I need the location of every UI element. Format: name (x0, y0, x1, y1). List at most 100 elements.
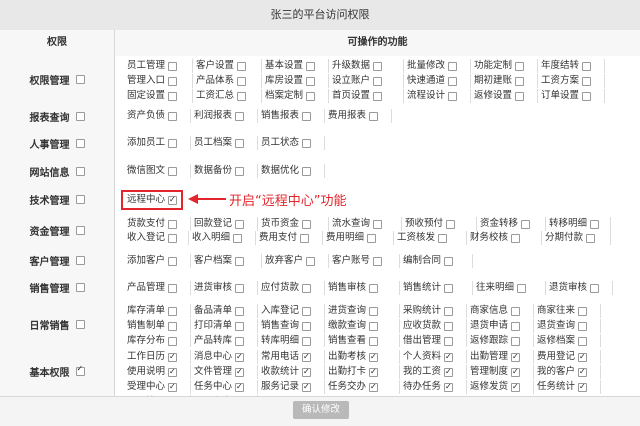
function-checkbox[interactable] (521, 219, 531, 229)
function-checkbox[interactable] (300, 233, 310, 243)
function-item[interactable]: 批量修改 (407, 59, 471, 73)
function-item[interactable]: 转移明细 (549, 217, 611, 231)
function-checkbox[interactable] (235, 256, 245, 266)
function-checkbox[interactable] (511, 306, 521, 316)
function-checkbox[interactable] (235, 138, 245, 148)
function-item[interactable]: 出勤打卡 (328, 365, 400, 379)
function-item[interactable]: 销售查询 (261, 319, 325, 333)
function-item[interactable]: 数据备份 (194, 164, 258, 178)
function-item[interactable]: 我的客户 (537, 365, 601, 379)
function-checkbox[interactable] (578, 380, 588, 394)
function-item[interactable]: 使用说明 (127, 365, 191, 379)
function-item[interactable]: 快速通道 (407, 74, 471, 88)
function-item[interactable]: 进货查询 (328, 304, 400, 318)
function-item[interactable]: 退货审核 (549, 281, 613, 295)
category-checkbox[interactable] (75, 195, 85, 204)
function-item[interactable]: 分期付款 (545, 231, 611, 245)
function-item[interactable]: 销售报表 (261, 109, 325, 123)
function-item[interactable]: 应付货款 (261, 281, 325, 295)
function-item[interactable]: 微信图文 (127, 164, 191, 178)
function-item[interactable]: 入库登记 (261, 304, 325, 318)
function-item[interactable]: 期初建账 (474, 74, 538, 88)
function-checkbox[interactable] (168, 321, 178, 331)
category-checkbox[interactable] (75, 75, 85, 84)
function-checkbox[interactable] (168, 336, 178, 346)
function-item[interactable]: 添加客户 (127, 254, 191, 268)
function-checkbox[interactable] (237, 61, 247, 71)
function-item[interactable]: 客户设置 (196, 59, 262, 73)
function-item[interactable]: 工作日历 (127, 350, 191, 364)
function-checkbox[interactable] (168, 350, 178, 364)
function-checkbox[interactable] (369, 111, 379, 121)
function-checkbox[interactable] (448, 61, 458, 71)
function-item[interactable]: 销售制单 (127, 319, 191, 333)
function-item[interactable]: 预收预付 (405, 217, 477, 231)
function-checkbox[interactable] (306, 256, 316, 266)
function-checkbox[interactable] (444, 380, 454, 394)
function-item[interactable]: 员工档案 (194, 136, 258, 150)
function-item[interactable]: 产品管理 (127, 281, 191, 295)
function-item[interactable]: 档案定制 (265, 89, 329, 103)
function-item[interactable]: 费用支付 (259, 231, 323, 245)
function-checkbox[interactable] (302, 365, 312, 379)
function-item[interactable]: 工资核发 (397, 231, 467, 245)
function-checkbox[interactable] (235, 166, 245, 176)
function-item[interactable]: 货款支付 (127, 217, 191, 231)
function-item[interactable]: 文件管理 (194, 365, 258, 379)
function-checkbox[interactable] (515, 76, 525, 86)
function-item[interactable]: 待办任务 (403, 380, 467, 394)
function-checkbox[interactable] (302, 380, 312, 394)
function-checkbox[interactable] (302, 336, 312, 346)
function-item[interactable]: 员工状态 (261, 136, 325, 150)
function-item[interactable]: 添加员工 (127, 136, 191, 150)
function-checkbox[interactable] (306, 61, 316, 71)
function-item[interactable]: 服务记录 (261, 380, 325, 394)
function-item[interactable]: 采购统计 (403, 304, 467, 318)
function-item[interactable]: 商家信息 (470, 304, 534, 318)
function-checkbox[interactable] (444, 321, 454, 331)
function-item[interactable]: 基本设置 (265, 59, 329, 73)
function-item[interactable]: 资金转移 (480, 217, 546, 231)
function-checkbox[interactable] (168, 283, 178, 293)
function-checkbox[interactable] (444, 283, 454, 293)
function-checkbox[interactable] (515, 61, 525, 71)
category-checkbox[interactable] (75, 111, 85, 121)
function-checkbox[interactable] (369, 350, 379, 364)
function-checkbox[interactable] (302, 283, 312, 293)
function-checkbox[interactable] (306, 76, 316, 86)
function-item[interactable]: 客户档案 (194, 254, 262, 268)
function-checkbox[interactable] (578, 321, 588, 331)
function-item[interactable]: 返修发货 (470, 380, 534, 394)
function-item[interactable]: 财务校核 (470, 231, 542, 245)
function-item[interactable]: 出勤考核 (328, 350, 400, 364)
function-checkbox[interactable] (302, 306, 312, 316)
function-item[interactable]: 缴款查询 (328, 319, 400, 333)
function-checkbox[interactable] (168, 91, 178, 101)
function-checkbox[interactable] (168, 111, 178, 121)
function-checkbox[interactable] (448, 76, 458, 86)
function-checkbox[interactable] (168, 306, 178, 316)
function-checkbox[interactable] (511, 380, 521, 394)
function-item[interactable]: 费用明细 (326, 231, 394, 245)
function-checkbox[interactable] (235, 365, 245, 379)
function-item[interactable]: 固定设置 (127, 89, 193, 103)
confirm-edit-button[interactable]: 确认修改 (293, 401, 349, 419)
function-checkbox[interactable] (302, 138, 312, 148)
function-checkbox[interactable] (168, 256, 178, 266)
function-item[interactable]: 任务统计 (537, 380, 601, 394)
category-checkbox[interactable] (75, 364, 85, 376)
function-item[interactable]: 我的工资 (403, 365, 467, 379)
function-item[interactable]: 进货审核 (194, 281, 258, 295)
function-checkbox[interactable] (373, 219, 383, 229)
function-item[interactable]: 资产负债 (127, 109, 191, 123)
function-item[interactable]: 备品清单 (194, 304, 258, 318)
function-item[interactable]: 产品体系 (196, 74, 262, 88)
function-checkbox[interactable] (373, 76, 383, 86)
function-checkbox[interactable] (517, 283, 527, 293)
function-item[interactable]: 收款统计 (261, 365, 325, 379)
function-item[interactable]: 功能定制 (474, 59, 538, 73)
function-item[interactable]: 个人资料 (403, 350, 467, 364)
function-checkbox[interactable] (168, 365, 178, 379)
category-checkbox[interactable] (75, 138, 85, 148)
function-checkbox[interactable] (373, 91, 383, 101)
